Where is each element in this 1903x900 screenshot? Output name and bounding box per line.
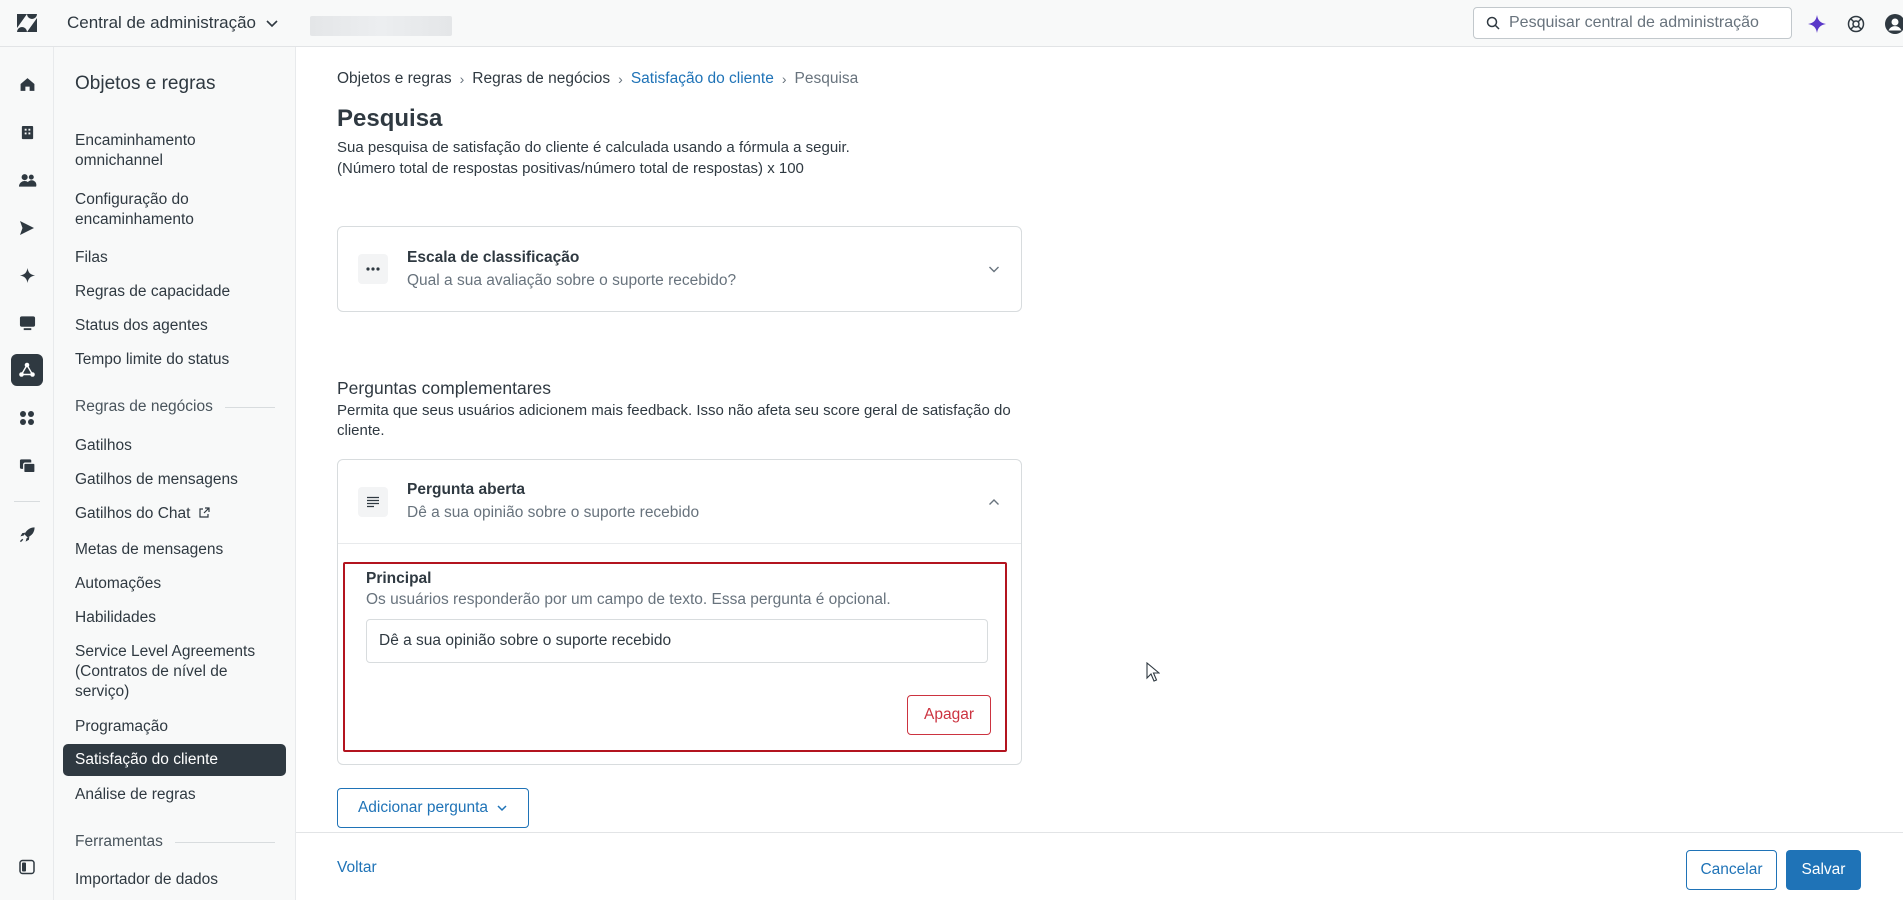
nav-item-status-timeout[interactable]: Tempo limite do status [75,350,285,370]
save-button[interactable]: Salvar [1786,850,1861,890]
page-description-line: Sua pesquisa de satisfação do cliente é … [337,139,850,156]
breadcrumb: Objetos e regras › Regras de negócios › … [337,70,858,88]
nav-item-customer-satisfaction[interactable]: Satisfação do cliente [63,744,286,776]
nav-item-schedules[interactable]: Programação [75,717,285,737]
workspaces-icon[interactable] [11,450,43,482]
home-icon[interactable] [11,68,43,100]
chevron-down-icon[interactable] [987,262,1001,276]
question-text-input[interactable] [366,619,988,663]
delete-button[interactable]: Apagar [907,695,991,735]
cancel-button[interactable]: Cancelar [1686,850,1777,890]
card-subtitle: Dê a sua opinião sobre o suporte recebid… [407,504,700,521]
rail-divider [14,501,40,502]
nav-group-divider [224,406,275,408]
breadcrumb-item-link[interactable]: Satisfação do cliente [631,70,774,88]
nav-item-queues[interactable]: Filas [75,248,285,268]
blurred-account-name [310,16,452,36]
nav-item-slas[interactable]: Service Level Agreements (Contratos de n… [75,642,285,702]
field-hint: Os usuários responderão por um campo de … [366,591,891,608]
nav-item-rules-analysis[interactable]: Análise de regras [75,785,285,805]
card-title: Pergunta aberta [407,481,526,498]
send-icon[interactable] [11,212,43,244]
sidebar-toggle-icon[interactable] [11,851,43,883]
card-title: Escala de classificação [407,248,580,266]
nav-item-agent-status[interactable]: Status dos agentes [75,316,285,336]
admin-search[interactable] [1473,7,1792,39]
zendesk-logo-icon[interactable] [16,13,38,33]
nav-title: Objetos e regras [75,73,216,94]
nav-group-divider [174,841,275,843]
product-switcher[interactable]: Central de administração [67,13,280,33]
nav-item-label: Gatilhos do Chat [75,505,191,522]
nav-group-label: Ferramentas [75,833,163,850]
nav-item-capacity-rules[interactable]: Regras de capacidade [75,282,285,302]
nav-group-tools: Ferramentas [75,833,275,851]
ai-sparkle-icon[interactable] [1806,13,1828,35]
open-question-header[interactable]: Pergunta aberta Dê a sua opinião sobre o… [338,460,1021,544]
breadcrumb-item[interactable]: Regras de negócios [472,70,610,88]
chevron-down-icon [497,805,507,812]
nav-item-data-importer[interactable]: Importador de dados [75,870,285,890]
building-icon[interactable] [11,116,43,148]
chevron-right-icon: › [618,71,623,87]
nav-item-omnichannel-routing[interactable]: Encaminhamento omnichannel [75,131,285,171]
objects-rules-icon[interactable] [11,354,43,386]
nav-item-skills[interactable]: Habilidades [75,608,285,628]
top-bar: Central de administração [0,0,1903,47]
chevron-up-icon[interactable] [987,495,1001,509]
followup-title: Perguntas complementares [337,378,551,398]
nav-item-triggers[interactable]: Gatilhos [75,436,285,456]
nav-item-chat-triggers[interactable]: Gatilhos do Chat [75,504,285,524]
rating-scale-header[interactable]: Escala de classificação Qual a sua avali… [338,227,1021,311]
nav-group-label: Regras de negócios [75,398,213,415]
nav-group-business-rules: Regras de negócios [75,398,275,416]
rocket-icon[interactable] [11,518,43,550]
page-description: Sua pesquisa de satisfação do cliente é … [337,137,957,179]
page-description-line: (Número total de respostas positivas/núm… [337,160,804,177]
avatar-icon[interactable] [1884,13,1903,35]
search-input[interactable] [1509,14,1769,32]
followup-description: Permita que seus usuários adicionem mais… [337,402,1011,439]
primary-question-panel: Principal Os usuários responderão por um… [343,562,1007,752]
chevron-right-icon: › [781,71,787,87]
apps-icon[interactable] [11,402,43,434]
nav-item-automations[interactable]: Automações [75,574,285,594]
text-lines-icon [358,486,388,517]
add-question-label: Adicionar pergunta [357,799,489,816]
mouse-cursor-icon [1146,662,1160,682]
nav-item-messaging-triggers[interactable]: Gatilhos de mensagens [75,470,285,490]
nav-item-messaging-slas[interactable]: Metas de mensagens [75,540,285,560]
monitor-icon[interactable] [11,307,43,339]
breadcrumb-item[interactable]: Objetos e regras [337,70,452,88]
nav-item-routing-config[interactable]: Configuração do encaminhamento [75,190,285,230]
main-content: Objetos e regras › Regras de negócios › … [295,47,1903,900]
search-icon [1486,16,1500,30]
back-button[interactable]: Voltar [337,859,377,877]
page-title: Pesquisa [337,105,443,132]
rating-scale-card: Escala de classificação Qual a sua avali… [337,226,1022,312]
objects-rules-nav: Objetos e regras Encaminhamento omnichan… [54,47,295,900]
external-link-icon [199,507,210,518]
people-icon[interactable] [11,164,43,196]
card-subtitle: Qual a sua avaliação sobre o suporte rec… [407,271,737,289]
app-title: Central de administração [67,13,256,32]
chevron-right-icon: › [459,71,465,87]
sparkle-icon[interactable] [11,259,43,291]
footer-bar: Voltar Cancelar Salvar [296,832,1903,900]
add-question-button[interactable]: Adicionar pergunta [337,788,529,828]
more-dots-icon [358,254,388,284]
support-icon[interactable] [1845,13,1867,35]
field-label: Principal [366,570,432,587]
product-nav-rail [0,47,54,900]
chevron-down-icon [266,20,278,28]
breadcrumb-current: Pesquisa [794,70,859,87]
